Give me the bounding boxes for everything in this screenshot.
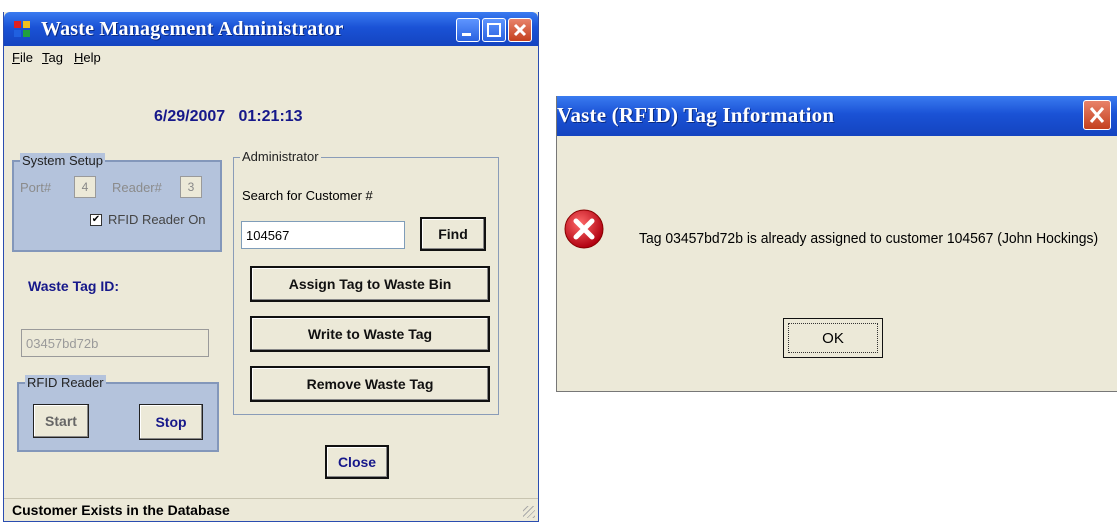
dialog-message: Tag 03457bd72b is already assigned to cu… bbox=[639, 230, 1099, 247]
ok-button[interactable]: OK bbox=[783, 318, 883, 358]
reader-field[interactable]: 3 bbox=[180, 176, 202, 198]
search-customer-label: Search for Customer # bbox=[242, 188, 373, 203]
write-tag-button[interactable]: Write to Waste Tag bbox=[250, 316, 490, 352]
administrator-legend: Administrator bbox=[240, 149, 321, 164]
main-window: Waste Management Administrator File Tag … bbox=[3, 12, 539, 522]
app-icon bbox=[14, 21, 32, 37]
minimize-icon bbox=[457, 19, 479, 41]
system-setup-group: System Setup Port# 4 Reader# 3 ✔ RFID Re… bbox=[12, 153, 222, 252]
stop-button[interactable]: Stop bbox=[139, 404, 203, 440]
remove-tag-button[interactable]: Remove Waste Tag bbox=[250, 366, 490, 402]
menu-file[interactable]: File bbox=[12, 50, 33, 65]
status-bar: Customer Exists in the Database bbox=[4, 498, 538, 521]
close-icon bbox=[1084, 101, 1110, 129]
rfid-reader-on-checkbox[interactable]: ✔ bbox=[90, 214, 102, 226]
system-setup-legend: System Setup bbox=[20, 153, 105, 168]
start-button[interactable]: Start bbox=[33, 404, 89, 438]
dialog-title: Vaste (RFID) Tag Information bbox=[557, 103, 835, 127]
date-display: 6/29/2007 bbox=[154, 108, 226, 125]
rfid-reader-group: RFID Reader Start Stop bbox=[17, 375, 219, 452]
window-title: Waste Management Administrator bbox=[41, 18, 344, 40]
menu-help[interactable]: Help bbox=[74, 50, 101, 65]
close-button[interactable]: Close bbox=[325, 445, 389, 479]
minimize-button[interactable] bbox=[456, 18, 480, 42]
ok-button-label: OK bbox=[788, 323, 878, 353]
port-label: Port# bbox=[20, 180, 52, 195]
menu-tag[interactable]: Tag bbox=[42, 50, 63, 65]
maximize-icon bbox=[483, 19, 505, 41]
close-window-button[interactable] bbox=[508, 18, 532, 42]
tag-info-dialog: Vaste (RFID) Tag Information Tag 03457bd… bbox=[556, 96, 1117, 392]
menu-bar: File Tag Help bbox=[4, 46, 538, 70]
close-icon bbox=[509, 19, 531, 41]
rfid-reader-on-label: RFID Reader On bbox=[108, 212, 206, 227]
rfid-reader-legend: RFID Reader bbox=[25, 375, 106, 390]
waste-tag-label: Waste Tag ID: bbox=[28, 278, 120, 294]
dialog-title-bar[interactable]: Vaste (RFID) Tag Information bbox=[557, 96, 1117, 136]
port-field[interactable]: 4 bbox=[74, 176, 96, 198]
date-time-display: 6/29/2007 01:21:13 bbox=[154, 108, 303, 126]
maximize-button[interactable] bbox=[482, 18, 506, 42]
time-display: 01:21:13 bbox=[238, 108, 303, 125]
waste-tag-field[interactable] bbox=[21, 329, 209, 357]
administrator-group: Administrator Search for Customer # Find… bbox=[233, 149, 499, 415]
status-text: Customer Exists in the Database bbox=[12, 502, 230, 518]
find-button[interactable]: Find bbox=[420, 217, 486, 251]
assign-tag-button[interactable]: Assign Tag to Waste Bin bbox=[250, 266, 490, 302]
resize-grip-icon[interactable] bbox=[523, 506, 535, 518]
title-bar[interactable]: Waste Management Administrator bbox=[4, 12, 538, 46]
dialog-close-button[interactable] bbox=[1083, 100, 1111, 130]
reader-label: Reader# bbox=[112, 180, 162, 195]
customer-search-input[interactable] bbox=[241, 221, 405, 249]
error-icon bbox=[563, 208, 605, 250]
